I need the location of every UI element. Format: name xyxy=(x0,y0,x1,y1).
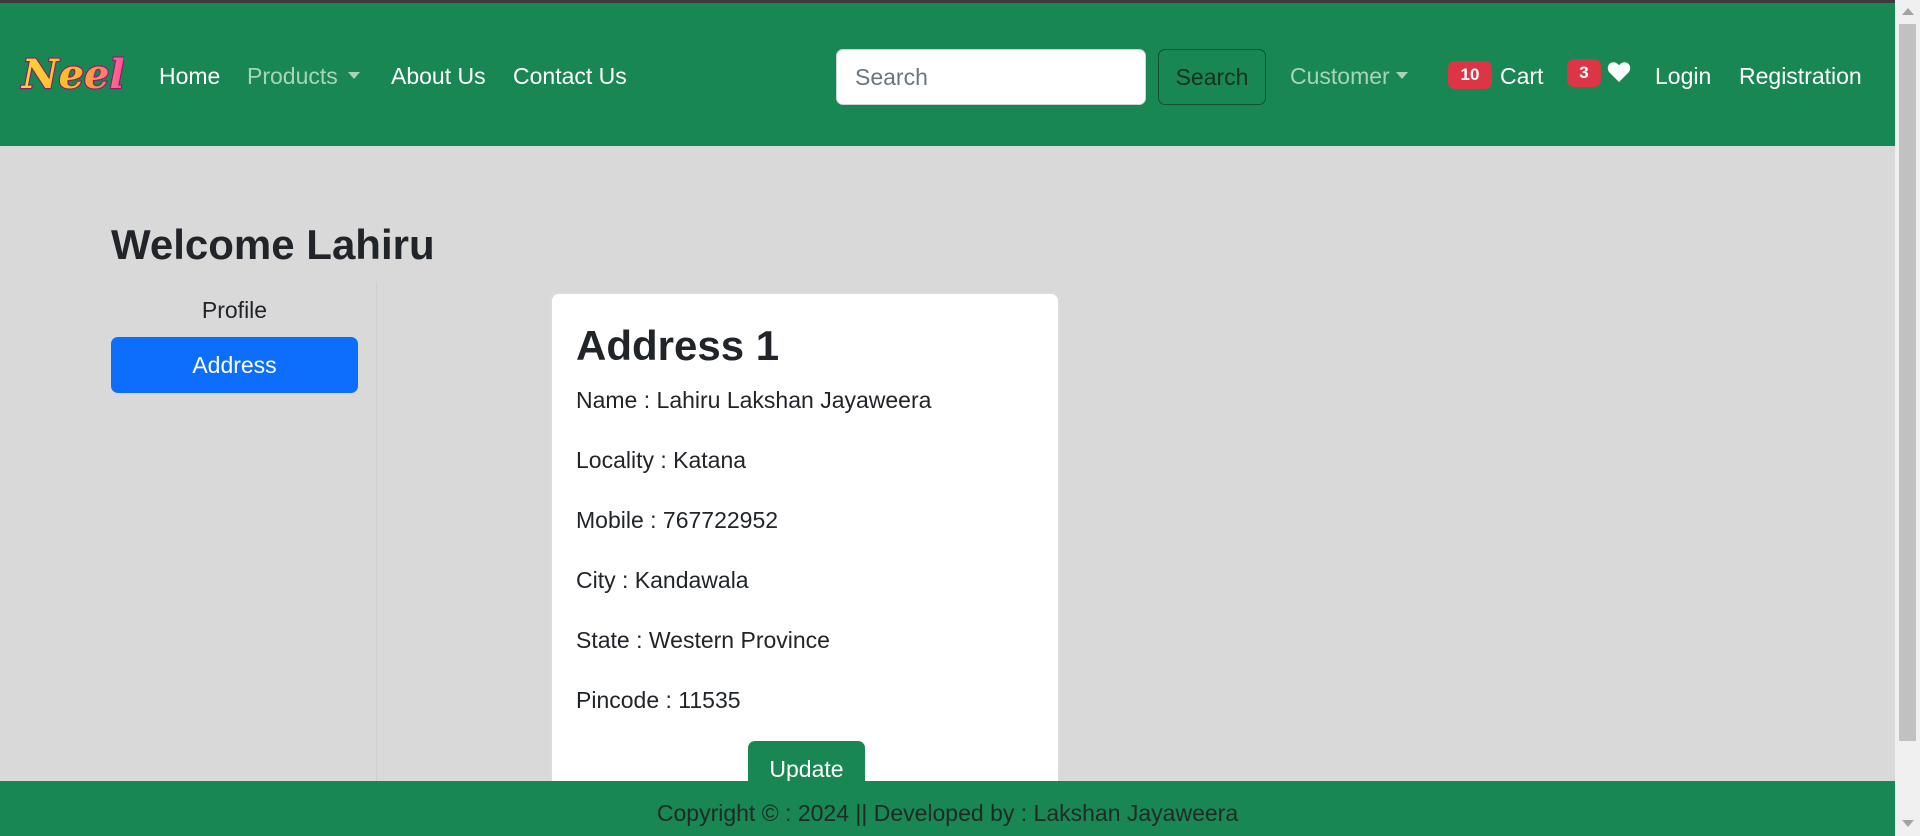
search-button[interactable]: Search xyxy=(1158,49,1266,105)
nav-products-dropdown[interactable]: Products xyxy=(247,61,360,91)
welcome-heading: Welcome Lahiru xyxy=(111,221,435,268)
cart-link[interactable]: 10 Cart xyxy=(1448,60,1544,93)
address-pincode: Pincode : 11535 xyxy=(576,687,741,713)
nav-customer-dropdown[interactable]: Customer xyxy=(1290,61,1408,91)
scroll-up-arrow-icon[interactable] xyxy=(1902,8,1914,15)
vertical-scrollbar[interactable] xyxy=(1895,0,1920,836)
address-state: State : Western Province xyxy=(576,627,830,653)
chevron-down-icon xyxy=(347,72,360,80)
sidebar-item-profile[interactable]: Profile xyxy=(111,294,358,326)
address-card: Address 1 Name : Lahiru Lakshan Jayaweer… xyxy=(551,293,1059,813)
address-city: City : Kandawala xyxy=(576,567,749,593)
page: Neel Home Products About Us Contact Us S… xyxy=(0,0,1920,836)
nav-contact[interactable]: Contact Us xyxy=(513,61,627,91)
nav-products-label: Products xyxy=(247,63,338,89)
cart-label: Cart xyxy=(1500,63,1544,89)
address-locality: Locality : Katana xyxy=(576,447,747,473)
nav-registration[interactable]: Registration xyxy=(1739,61,1862,91)
address-name: Name : Lahiru Lakshan Jayaweera xyxy=(576,387,932,413)
heart-icon xyxy=(1607,62,1631,82)
brand-logo[interactable]: Neel xyxy=(18,48,126,100)
nav-about[interactable]: About Us xyxy=(391,61,486,91)
scroll-down-arrow-icon[interactable] xyxy=(1902,820,1914,827)
footer: Copyright © : 2024 || Developed by : Lak… xyxy=(0,781,1895,836)
footer-copyright: Copyright © : 2024 || Developed by : Lak… xyxy=(656,800,1239,826)
nav-customer-label: Customer xyxy=(1290,63,1390,89)
scrollbar-thumb[interactable] xyxy=(1899,24,1916,741)
cart-count-badge: 10 xyxy=(1448,60,1492,89)
address-card-title: Address 1 xyxy=(576,322,780,369)
sidebar-item-address[interactable]: Address xyxy=(111,337,358,393)
brand-logo-graphic: Neel xyxy=(19,50,126,99)
nav-login[interactable]: Login xyxy=(1655,61,1711,91)
wishlist-link[interactable]: 3 xyxy=(1567,59,1631,93)
nav-home[interactable]: Home xyxy=(159,61,220,91)
sidebar-divider xyxy=(376,282,377,782)
wishlist-count-badge: 3 xyxy=(1567,59,1601,87)
navbar: Neel Home Products About Us Contact Us S… xyxy=(0,0,1895,146)
search-input[interactable] xyxy=(836,49,1146,105)
chevron-down-icon xyxy=(1395,72,1408,80)
address-mobile: Mobile : 767722952 xyxy=(576,507,779,533)
svg-text:Neel: Neel xyxy=(20,51,124,98)
